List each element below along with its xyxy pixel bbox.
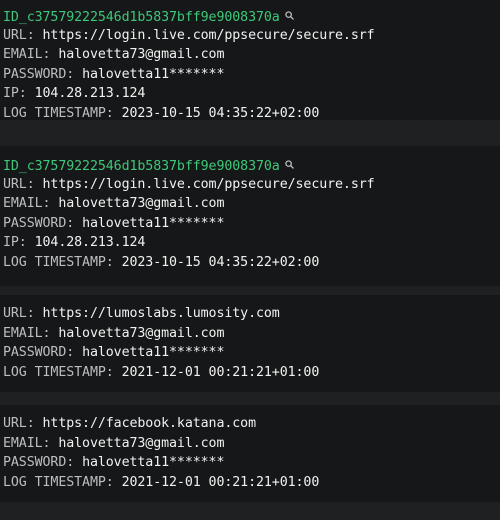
url-value: https://login.live.com/ppsecure/secure.s…	[42, 176, 375, 192]
log-timestamp-label: LOG TIMESTAMP:	[3, 474, 114, 490]
credential-record: URL: https://facebook.katana.com EMAIL: …	[0, 405, 500, 502]
password-label: PASSWORD:	[3, 215, 75, 231]
password-value: halovetta11*******	[82, 215, 225, 231]
credential-record: ID_c37579222546d1b5837bff9e9008370a URL:…	[0, 0, 500, 121]
password-label: PASSWORD:	[3, 66, 75, 82]
log-timestamp-value: 2023-10-15 04:35:22+02:00	[121, 254, 320, 270]
record-id-link[interactable]: ID_c37579222546d1b5837bff9e9008370a	[3, 10, 280, 25]
password-row: PASSWORD: halovetta11*******	[3, 343, 500, 363]
log-timestamp-row: LOG TIMESTAMP: 2021-12-01 00:21:21+01:00	[3, 363, 500, 383]
record-id-row: ID_c37579222546d1b5837bff9e9008370a	[3, 155, 500, 175]
url-value: https://lumoslabs.lumosity.com	[42, 306, 280, 321]
ip-label: IP:	[3, 235, 27, 250]
log-timestamp-value: 2023-10-15 04:35:22+02:00	[121, 105, 320, 121]
log-timestamp-row: LOG TIMESTAMP: 2023-10-15 04:35:22+02:00	[3, 104, 500, 124]
email-row: EMAIL: halovetta73@gmail.com	[3, 45, 500, 65]
record-id-link[interactable]: ID_c37579222546d1b5837bff9e9008370a	[3, 159, 280, 174]
ip-row: IP: 104.28.213.124	[3, 233, 500, 253]
log-timestamp-label: LOG TIMESTAMP:	[3, 254, 114, 270]
password-label: PASSWORD:	[3, 455, 75, 470]
url-row: URL: https://lumoslabs.lumosity.com	[3, 304, 500, 324]
ip-row: IP: 104.28.213.124	[3, 84, 500, 104]
password-value: halovetta11*******	[82, 66, 225, 82]
ip-value: 104.28.213.124	[34, 235, 146, 250]
password-value: halovetta11*******	[82, 345, 225, 360]
password-label: PASSWORD:	[3, 345, 75, 360]
email-value: halovetta73@gmail.com	[58, 47, 225, 62]
search-icon[interactable]	[285, 5, 294, 25]
email-row: EMAIL: halovetta73@gmail.com	[3, 324, 500, 344]
url-row: URL: https://login.live.com/ppsecure/sec…	[3, 26, 500, 46]
password-value: halovetta11*******	[82, 455, 225, 470]
url-label: URL:	[3, 176, 35, 192]
email-label: EMAIL:	[3, 435, 51, 451]
email-value: halovetta73@gmail.com	[58, 435, 225, 451]
log-timestamp-row: LOG TIMESTAMP: 2023-10-15 04:35:22+02:00	[3, 253, 500, 273]
log-timestamp-value: 2021-12-01 00:21:21+01:00	[121, 474, 320, 490]
log-timestamp-value: 2021-12-01 00:21:21+01:00	[121, 364, 320, 380]
email-label: EMAIL:	[3, 325, 51, 341]
email-row: EMAIL: halovetta73@gmail.com	[3, 434, 500, 454]
record-id-row: ID_c37579222546d1b5837bff9e9008370a	[3, 6, 500, 26]
url-label: URL:	[3, 27, 35, 43]
email-label: EMAIL:	[3, 196, 51, 211]
search-icon[interactable]	[285, 154, 294, 174]
ip-value: 104.28.213.124	[34, 86, 146, 101]
url-label: URL:	[3, 306, 35, 321]
url-value: https://facebook.katana.com	[42, 416, 257, 431]
credential-records-list: ID_c37579222546d1b5837bff9e9008370a URL:…	[0, 0, 500, 520]
email-value: halovetta73@gmail.com	[58, 196, 225, 211]
email-label: EMAIL:	[3, 47, 51, 62]
email-row: EMAIL: halovetta73@gmail.com	[3, 194, 500, 214]
password-row: PASSWORD: halovetta11*******	[3, 214, 500, 234]
log-timestamp-label: LOG TIMESTAMP:	[3, 105, 114, 121]
url-row: URL: https://login.live.com/ppsecure/sec…	[3, 175, 500, 195]
ip-label: IP:	[3, 86, 27, 101]
credential-record: ID_c37579222546d1b5837bff9e9008370a URL:…	[0, 146, 500, 286]
url-row: URL: https://facebook.katana.com	[3, 414, 500, 434]
url-label: URL:	[3, 416, 35, 431]
credential-record: URL: https://lumoslabs.lumosity.com EMAI…	[0, 295, 500, 392]
url-value: https://login.live.com/ppsecure/secure.s…	[42, 27, 375, 43]
password-row: PASSWORD: halovetta11*******	[3, 65, 500, 85]
log-timestamp-label: LOG TIMESTAMP:	[3, 364, 114, 380]
password-row: PASSWORD: halovetta11*******	[3, 453, 500, 473]
email-value: halovetta73@gmail.com	[58, 325, 225, 341]
log-timestamp-row: LOG TIMESTAMP: 2021-12-01 00:21:21+01:00	[3, 473, 500, 493]
